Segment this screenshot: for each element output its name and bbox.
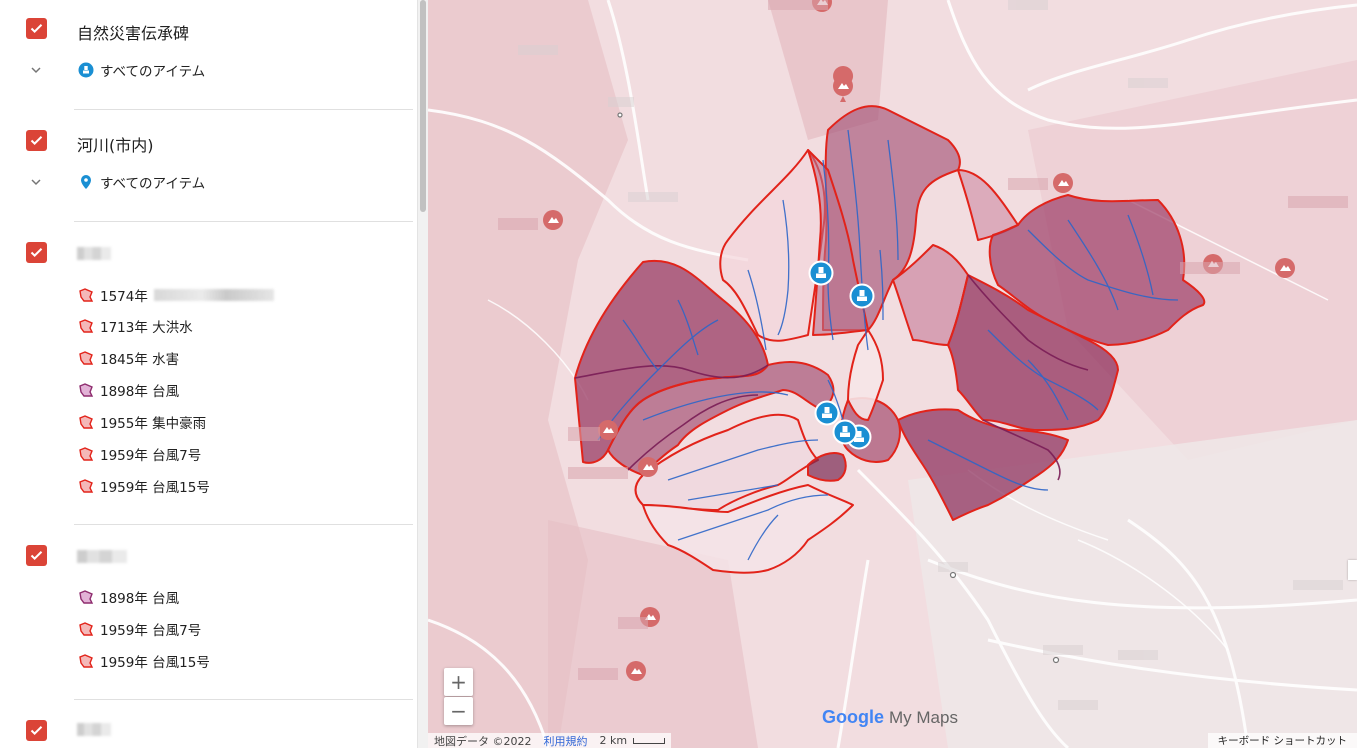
- divider: [74, 109, 413, 110]
- map-edge-handle[interactable]: [1348, 560, 1357, 580]
- divider: [74, 699, 413, 700]
- sidebar-scrollbar[interactable]: [417, 0, 428, 748]
- layer-1-checkbox[interactable]: [26, 18, 47, 39]
- scroll-thumb[interactable]: [420, 0, 426, 212]
- list-item[interactable]: 1959年 台風15号: [78, 475, 210, 497]
- list-item[interactable]: 1574年: [78, 284, 274, 306]
- layer-2-title: 河川(市内): [77, 136, 154, 155]
- check-icon: [30, 551, 43, 561]
- google-my-maps-logo: Google My Maps: [822, 707, 958, 728]
- polygon-icon: [78, 589, 94, 605]
- check-icon: [30, 24, 43, 34]
- list-item[interactable]: 1713年 大洪水: [78, 315, 193, 337]
- list-item[interactable]: 1898年 台風: [78, 379, 179, 401]
- layer-3-checkbox[interactable]: [26, 242, 47, 263]
- list-item[interactable]: 1845年 水害: [78, 347, 179, 369]
- scale-bar: [633, 738, 666, 744]
- polygon-icon: [78, 478, 94, 494]
- list-item[interactable]: 1959年 台風15号: [78, 650, 210, 672]
- list-item[interactable]: 1959年 台風7号: [78, 443, 201, 465]
- divider: [74, 524, 413, 525]
- zoom-out-button[interactable]: −: [444, 697, 473, 725]
- terms-link[interactable]: 利用規約: [544, 733, 588, 749]
- list-item[interactable]: 1955年 集中豪雨: [78, 411, 206, 433]
- layer-3-title-redacted: [77, 247, 111, 260]
- list-item[interactable]: 1959年 台風7号: [78, 618, 201, 640]
- polygon-icon: [78, 446, 94, 462]
- list-item[interactable]: 1898年 台風: [78, 586, 179, 608]
- check-icon: [30, 726, 43, 736]
- chevron-down-icon[interactable]: [28, 174, 44, 190]
- polygon-icon: [78, 350, 94, 366]
- polygon-icon: [78, 382, 94, 398]
- polygon-icon: [78, 287, 94, 303]
- scale-indicator: 2 km: [600, 734, 666, 747]
- layer-1-all-items[interactable]: すべてのアイテム: [78, 59, 205, 81]
- google-logo-text: Google: [822, 707, 884, 727]
- check-icon: [30, 136, 43, 146]
- monument-marker-icon: [78, 62, 94, 78]
- layer-1-title: 自然災害伝承碑: [77, 24, 190, 43]
- polygon-icon: [78, 414, 94, 430]
- keyboard-shortcuts-link[interactable]: キーボード ショートカット: [1207, 733, 1357, 748]
- map-canvas[interactable]: [428, 0, 1357, 748]
- divider: [74, 221, 413, 222]
- check-icon: [30, 248, 43, 258]
- polygon-icon: [78, 621, 94, 637]
- layer-4-checkbox[interactable]: [26, 545, 47, 566]
- blue-pin-icon: [78, 174, 94, 190]
- layer-2-all-items[interactable]: すべてのアイテム: [78, 171, 205, 193]
- zoom-in-button[interactable]: +: [444, 668, 473, 696]
- layer-5-title-redacted: [77, 723, 111, 736]
- my-maps-logo-text: My Maps: [889, 708, 958, 727]
- map-data-credit: 地図データ ©2022: [434, 734, 532, 748]
- layer-4-title-redacted: [77, 550, 127, 563]
- map-graphic: [428, 0, 1357, 748]
- layer-2-checkbox[interactable]: [26, 130, 47, 151]
- polygon-icon: [78, 318, 94, 334]
- polygon-icon: [78, 653, 94, 669]
- redacted-text: [153, 289, 274, 301]
- chevron-down-icon[interactable]: [28, 62, 44, 78]
- layer-5-checkbox[interactable]: [26, 720, 47, 741]
- layer-sidebar: 自然災害伝承碑 すべてのアイテム 河川(市内) すべてのアイテム 1574年 1…: [0, 0, 428, 748]
- map-attribution: 地図データ ©2022 利用規約 2 km: [428, 733, 672, 749]
- layer-2-all-items-label: すべてのアイテム: [100, 176, 206, 192]
- layer-1-all-items-label: すべてのアイテム: [100, 64, 206, 80]
